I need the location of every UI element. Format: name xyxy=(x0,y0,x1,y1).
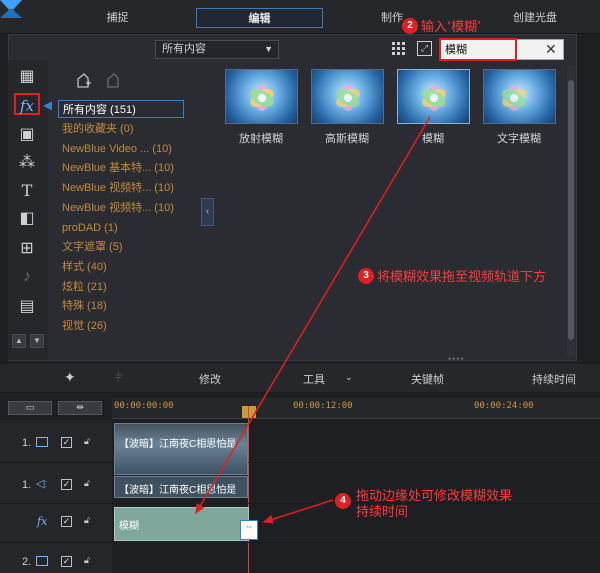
annotation-arrows xyxy=(195,116,431,524)
